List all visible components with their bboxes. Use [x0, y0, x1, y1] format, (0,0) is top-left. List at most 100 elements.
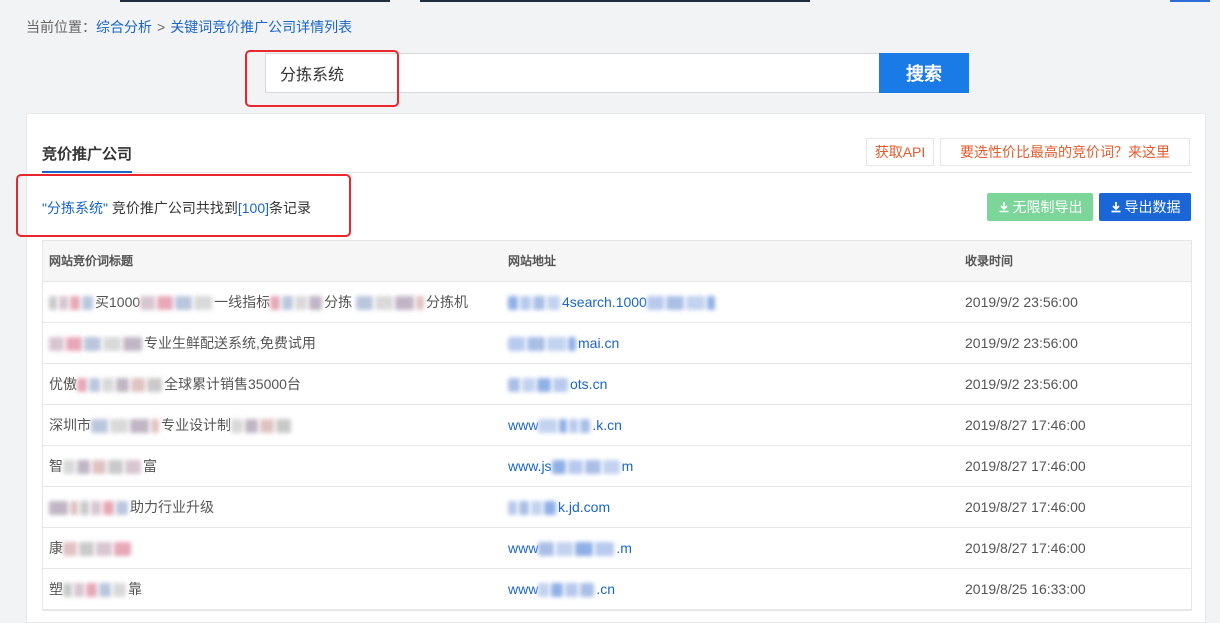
table-row[interactable]: 买1000 一线指标 分拣 分拣机 4search.1000 2019/9/2 23:5… [43, 282, 1191, 323]
cell-title-text: 一线指标 [214, 294, 271, 310]
redacted-text [49, 296, 57, 311]
redacted-text [665, 296, 684, 311]
column-header-url[interactable]: 网站地址 [502, 241, 959, 281]
table-row[interactable]: 专业生鲜配送系统,免费试用 mai.cn 2019/9/2 23:56:00 [43, 323, 1191, 364]
redacted-text [282, 296, 294, 311]
redacted-text [537, 378, 551, 393]
breadcrumb-link-list[interactable]: 关键词竞价推广公司详情列表 [170, 19, 352, 35]
cell-url[interactable]: www .cn [502, 569, 959, 609]
redacted-text [108, 460, 123, 475]
redacted-text [416, 296, 425, 311]
cell-url[interactable]: mai.cn [502, 323, 959, 363]
cell-title-text: 富 [143, 458, 157, 474]
cell-title[interactable]: 塑靠 [43, 569, 502, 609]
cell-url-text: www [508, 417, 539, 433]
export-data-button[interactable]: 导出数据 [1099, 193, 1191, 221]
cell-url[interactable]: www .k.cn [502, 405, 959, 445]
cell-title[interactable]: 专业生鲜配送系统,免费试用 [43, 323, 502, 363]
redacted-text [508, 337, 525, 352]
cell-time: 2019/9/2 23:56:00 [965, 376, 1078, 392]
table-row[interactable]: 康 www .m 2019/8/27 17:46:00 [43, 528, 1191, 569]
cell-url-text: 4search.1000 [562, 294, 647, 310]
cell-time: 2019/9/2 23:56:00 [965, 335, 1078, 351]
redacted-text [260, 419, 274, 434]
redacted-text [567, 460, 583, 475]
breadcrumb-separator: > [157, 19, 166, 35]
export-unlimited-button[interactable]: 无限制导出 [987, 193, 1093, 221]
column-header-time[interactable]: 收录时间 [959, 241, 1191, 281]
cell-title-text: 全球累计销售35000台 [164, 376, 301, 392]
tab-bidding-companies[interactable]: 竞价推广公司 [42, 143, 132, 164]
top-strip-segment [420, 0, 810, 2]
cell-title-text: 靠 [128, 581, 142, 597]
redacted-text [565, 583, 579, 598]
cell-title-text: 深圳市 [49, 417, 91, 433]
breadcrumb: 当前位置：综合分析 > 关键词竞价推广公司详情列表 [26, 17, 352, 37]
cell-url[interactable]: 4search.1000 [502, 282, 959, 322]
redacted-text [82, 296, 93, 311]
redacted-text [131, 378, 145, 393]
redacted-text [231, 419, 243, 434]
table-row[interactable]: 智富 www.js m 2019/8/27 17:46:00 [43, 446, 1191, 487]
cell-url[interactable]: k.jd.com [502, 487, 959, 527]
redacted-text [89, 378, 100, 393]
cell-url-text: .k.cn [592, 417, 622, 433]
table-row[interactable]: 深圳市 专业设计制 www .k.cn 2019/8/27 17:46:00 [43, 405, 1191, 446]
redacted-text [519, 501, 529, 516]
table-row[interactable]: 优傲 全球累计销售35000台 ots.cn 2019/9/2 23:56:00 [43, 364, 1191, 405]
cell-url[interactable]: www.js m [502, 446, 959, 486]
cell-time: 2019/8/27 17:46:00 [965, 417, 1086, 433]
redacted-text [568, 337, 576, 352]
table-row[interactable]: 助力行业升级 k.jd.com 2019/8/27 17:46:00 [43, 487, 1191, 528]
redacted-text [91, 419, 108, 434]
cell-title[interactable]: 买1000 一线指标 分拣 分拣机 [43, 282, 502, 322]
redacted-text [551, 583, 564, 598]
cell-url-text: m [621, 458, 634, 474]
cell-url[interactable]: ots.cn [502, 364, 959, 404]
cell-title[interactable]: 康 [43, 528, 502, 568]
cell-title[interactable]: 助力行业升级 [43, 487, 502, 527]
redacted-text [270, 296, 281, 311]
cell-url-text: .cn [596, 581, 616, 597]
redacted-text [547, 296, 560, 311]
redacted-text [551, 460, 566, 475]
redacted-text [63, 460, 75, 475]
cell-title-text: 智 [49, 458, 63, 474]
cell-title-text: 专业生鲜配送系统,免费试用 [144, 335, 316, 351]
download-icon [1111, 202, 1120, 213]
redacted-text [522, 378, 535, 393]
breadcrumb-link-analysis[interactable]: 综合分析 [96, 19, 152, 35]
best-value-keyword-button[interactable]: 要选性价比最高的竞价词？来这里 [940, 138, 1190, 166]
redacted-text [96, 542, 112, 557]
redacted-text [102, 378, 114, 393]
table-row[interactable]: 塑靠 www .cn 2019/8/25 16:33:00 [43, 569, 1191, 610]
cell-url[interactable]: www .m [502, 528, 959, 568]
download-icon [999, 202, 1008, 213]
redacted-text [580, 419, 591, 434]
redacted-text [84, 337, 101, 352]
cell-title[interactable]: 优傲 全球累计销售35000台 [43, 364, 502, 404]
redacted-text [395, 296, 415, 311]
redacted-text [92, 460, 106, 475]
redacted-text [569, 419, 579, 434]
redacted-text [375, 296, 394, 311]
column-header-title[interactable]: 网站竞价词标题 [43, 241, 502, 281]
cell-title[interactable]: 智富 [43, 446, 502, 486]
redacted-text [125, 460, 141, 475]
get-api-button[interactable]: 获取API [866, 138, 934, 166]
cell-url-text: ots.cn [570, 376, 608, 392]
redacted-text [276, 419, 291, 434]
cell-url-text: k.jd.com [558, 499, 611, 515]
redacted-text [508, 501, 517, 516]
cell-title[interactable]: 深圳市 专业设计制 [43, 405, 502, 445]
cell-title-text: 康 [49, 540, 63, 556]
export-unlimited-label: 无限制导出 [1012, 199, 1083, 215]
redacted-text [157, 296, 174, 311]
cell-time: 2019/9/2 23:56:00 [965, 294, 1078, 310]
cell-title-text: 分拣 [324, 294, 357, 310]
redacted-text [556, 542, 574, 557]
redacted-text [527, 337, 545, 352]
redacted-text [580, 583, 595, 598]
redacted-text [309, 296, 323, 311]
search-button[interactable]: 搜索 [879, 53, 969, 93]
